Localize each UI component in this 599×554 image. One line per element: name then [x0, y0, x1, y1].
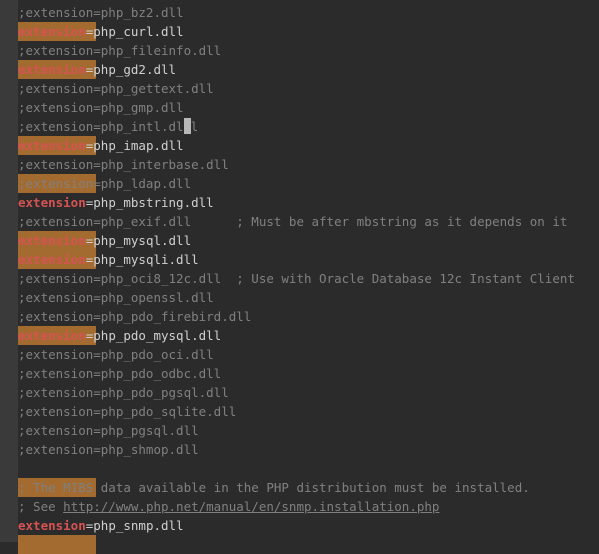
comment-text: ;extension=php_openssl.dll [18, 290, 214, 305]
code-line[interactable]: ;extension=php_pdo_sqlite.dll [18, 402, 599, 421]
comment-text: ;extension=php_pdo_pgsql.dll [18, 385, 229, 400]
comment-url[interactable]: http://www.php.net/manual/en/snmp.instal… [63, 499, 439, 514]
code-line[interactable]: extension=php_gd2.dll [18, 60, 599, 79]
code-line[interactable]: extension=php_snmp.dll [18, 516, 599, 535]
ini-key: extension [18, 62, 86, 77]
code-editor[interactable]: ;extension=php_bz2.dll extension=php_curl… [18, 0, 599, 535]
code-line[interactable]: ;extension=php_pdo_pgsql.dll [18, 383, 599, 402]
comment-text: ;extension=php_shmop.dll [18, 442, 199, 457]
comment-text: ; The MIBS data available in the PHP dis… [18, 480, 537, 495]
comment-text: ;extension=php_oci8_12c.dll ; Use with O… [18, 271, 575, 286]
comment-text: ;extension=php_pdo_oci.dll [18, 347, 214, 362]
code-line[interactable]: ;extension=php_oci8_12c.dll ; Use with O… [18, 269, 599, 288]
code-line[interactable]: extension=php_curl.dll [18, 22, 599, 41]
comment-text: ;extension=php_intl.dl [18, 119, 184, 134]
ini-key: extension [18, 233, 86, 248]
ini-key: extension [18, 328, 86, 343]
line-gutter [0, 0, 18, 542]
ini-key: extension [18, 252, 86, 267]
comment-text: ;extension=php_gmp.dll [18, 100, 184, 115]
code-line[interactable]: ;extension=php_interbase.dll [18, 155, 599, 174]
code-line[interactable]: extension=php_imap.dll [18, 136, 599, 155]
ini-value: php_imap.dll [93, 138, 183, 153]
code-line[interactable]: ;extension=php_pdo_odbc.dll [18, 364, 599, 383]
ini-value: php_mysql.dll [93, 233, 191, 248]
code-line[interactable]: extension=php_mysql.dll [18, 231, 599, 250]
code-line[interactable]: ;extension=php_intl.dl l [18, 117, 599, 136]
ini-value: php_mysqli.dll [93, 252, 198, 267]
ini-key: extension [18, 24, 86, 39]
comment-text: ;extension=php_interbase.dll [18, 157, 229, 172]
code-line[interactable]: ;extension=php_gmp.dll [18, 98, 599, 117]
text-cursor [184, 118, 191, 134]
code-line[interactable]: extension=php_mbstring.dll [18, 193, 599, 212]
comment-text: ;extension=php_fileinfo.dll [18, 43, 221, 58]
comment-text: ; See [18, 499, 63, 514]
comment-text: ;extension=php_exif.dll ; Must be after … [18, 214, 567, 229]
code-line[interactable]: ;extension=php_shmop.dll [18, 440, 599, 459]
code-line[interactable]: ;extension=php_fileinfo.dll [18, 41, 599, 60]
code-line[interactable]: ; The MIBS data available in the PHP dis… [18, 478, 599, 497]
code-line[interactable]: ;extension=php_gettext.dll [18, 79, 599, 98]
code-line[interactable]: ;extension=php_ldap.dll [18, 174, 599, 193]
comment-text: ;extension=php_pgsql.dll [18, 423, 199, 438]
comment-text: ;extension=php_bz2.dll [18, 5, 184, 20]
ini-value: php_snmp.dll [93, 518, 183, 533]
code-line[interactable]: ;extension=php_pdo_oci.dll [18, 345, 599, 364]
comment-text: ;extension=php_ldap.dll [18, 176, 191, 191]
ini-value: php_mbstring.dll [93, 195, 213, 210]
code-line[interactable]: extension=php_mysqli.dll [18, 250, 599, 269]
code-line[interactable] [18, 459, 599, 478]
selection-band [18, 535, 96, 554]
code-line[interactable]: ;extension=php_openssl.dll [18, 288, 599, 307]
ini-key: extension [18, 138, 86, 153]
code-line[interactable]: extension=php_pdo_mysql.dll [18, 326, 599, 345]
comment-text: ;extension=php_pdo_sqlite.dll [18, 404, 236, 419]
ini-value: php_curl.dll [93, 24, 183, 39]
code-line[interactable]: ;extension=php_exif.dll ; Must be after … [18, 212, 599, 231]
ini-key: extension [18, 518, 86, 533]
code-line[interactable]: ;extension=php_pgsql.dll [18, 421, 599, 440]
code-line[interactable]: ;extension=php_bz2.dll [18, 3, 599, 22]
comment-text: ;extension=php_gettext.dll [18, 81, 214, 96]
ini-key: extension [18, 195, 86, 210]
ini-value: php_pdo_mysql.dll [93, 328, 221, 343]
ini-value: php_gd2.dll [93, 62, 176, 77]
comment-text-tail: l [191, 119, 199, 134]
comment-text: ;extension=php_pdo_odbc.dll [18, 366, 221, 381]
code-line[interactable]: ;extension=php_pdo_firebird.dll [18, 307, 599, 326]
code-line[interactable]: ; See http://www.php.net/manual/en/snmp.… [18, 497, 599, 516]
comment-text: ;extension=php_pdo_firebird.dll [18, 309, 251, 324]
